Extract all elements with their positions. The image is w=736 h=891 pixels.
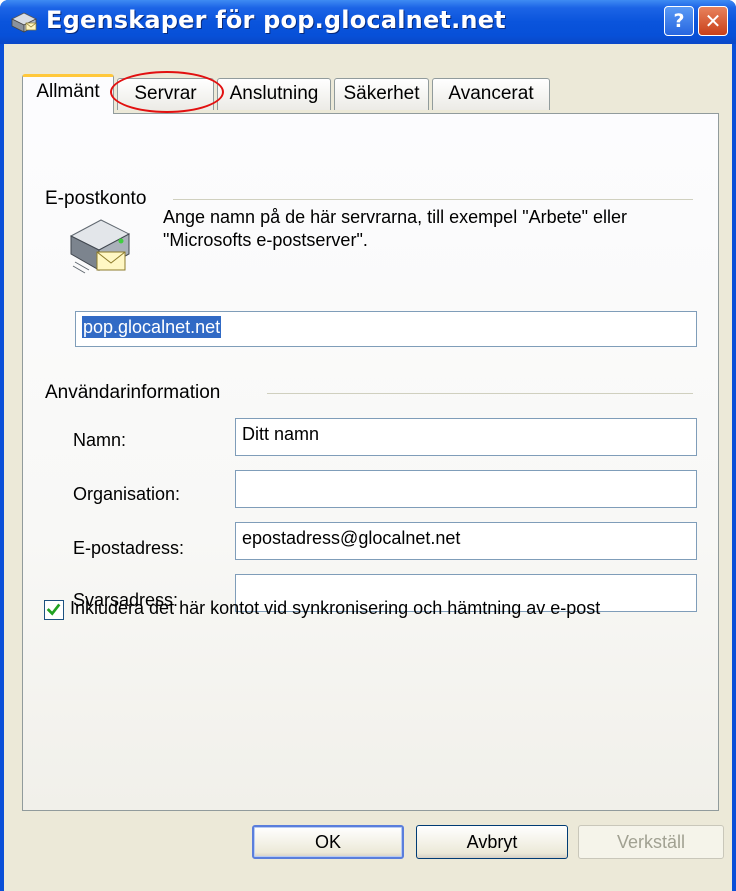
tab-strip: Allmänt Servrar Anslutning Säkerhet Avan… xyxy=(4,44,732,114)
apply-button[interactable]: Verkställ xyxy=(578,825,724,859)
tab-allmant[interactable]: Allmänt xyxy=(22,74,114,114)
highlight-ring xyxy=(110,71,224,113)
group-label-user-info: Användarinformation xyxy=(45,382,221,403)
tab-anslutning[interactable]: Anslutning xyxy=(217,78,331,110)
tab-avancerat[interactable]: Avancerat xyxy=(432,78,550,110)
account-name-selected-text: pop.glocalnet.net xyxy=(82,316,222,338)
tab-panel-allmant: E-postkonto Ange namn på de här servrarn… xyxy=(22,113,719,811)
group-divider xyxy=(173,199,693,200)
mail-server-icon xyxy=(69,219,131,274)
mail-account-description: Ange namn på de här servrarna, till exem… xyxy=(163,207,628,250)
title-bar[interactable]: Egenskaper för pop.glocalnet.net ? ✕ xyxy=(0,0,736,44)
mail-server-icon xyxy=(11,12,37,33)
group-label-mail-account: E-postkonto xyxy=(45,188,147,209)
dialog-body: Allmänt Servrar Anslutning Säkerhet Avan… xyxy=(4,44,732,891)
organisation-input[interactable] xyxy=(235,470,697,508)
help-button[interactable]: ? xyxy=(664,6,694,36)
label-email: E-postadress: xyxy=(73,538,185,558)
include-sync-label[interactable]: Inkludera det här kontot vid synkroniser… xyxy=(70,598,600,619)
window-title: Egenskaper för pop.glocalnet.net xyxy=(46,6,506,34)
tab-sakerhet[interactable]: Säkerhet xyxy=(334,78,429,110)
name-input[interactable]: Ditt namn xyxy=(235,418,697,456)
checkmark-icon xyxy=(46,603,61,616)
cancel-button[interactable]: Avbryt xyxy=(416,825,568,859)
properties-dialog: Egenskaper för pop.glocalnet.net ? ✕ All… xyxy=(0,0,736,891)
include-sync-checkbox[interactable] xyxy=(44,600,64,620)
group-divider xyxy=(267,393,693,394)
close-button[interactable]: ✕ xyxy=(698,6,728,36)
ok-button[interactable]: OK xyxy=(252,825,404,859)
email-input[interactable]: epostadress@glocalnet.net xyxy=(235,522,697,560)
label-organisation: Organisation: xyxy=(73,484,181,504)
account-name-input[interactable]: pop.glocalnet.net xyxy=(75,311,697,347)
label-name: Namn: xyxy=(73,430,127,450)
